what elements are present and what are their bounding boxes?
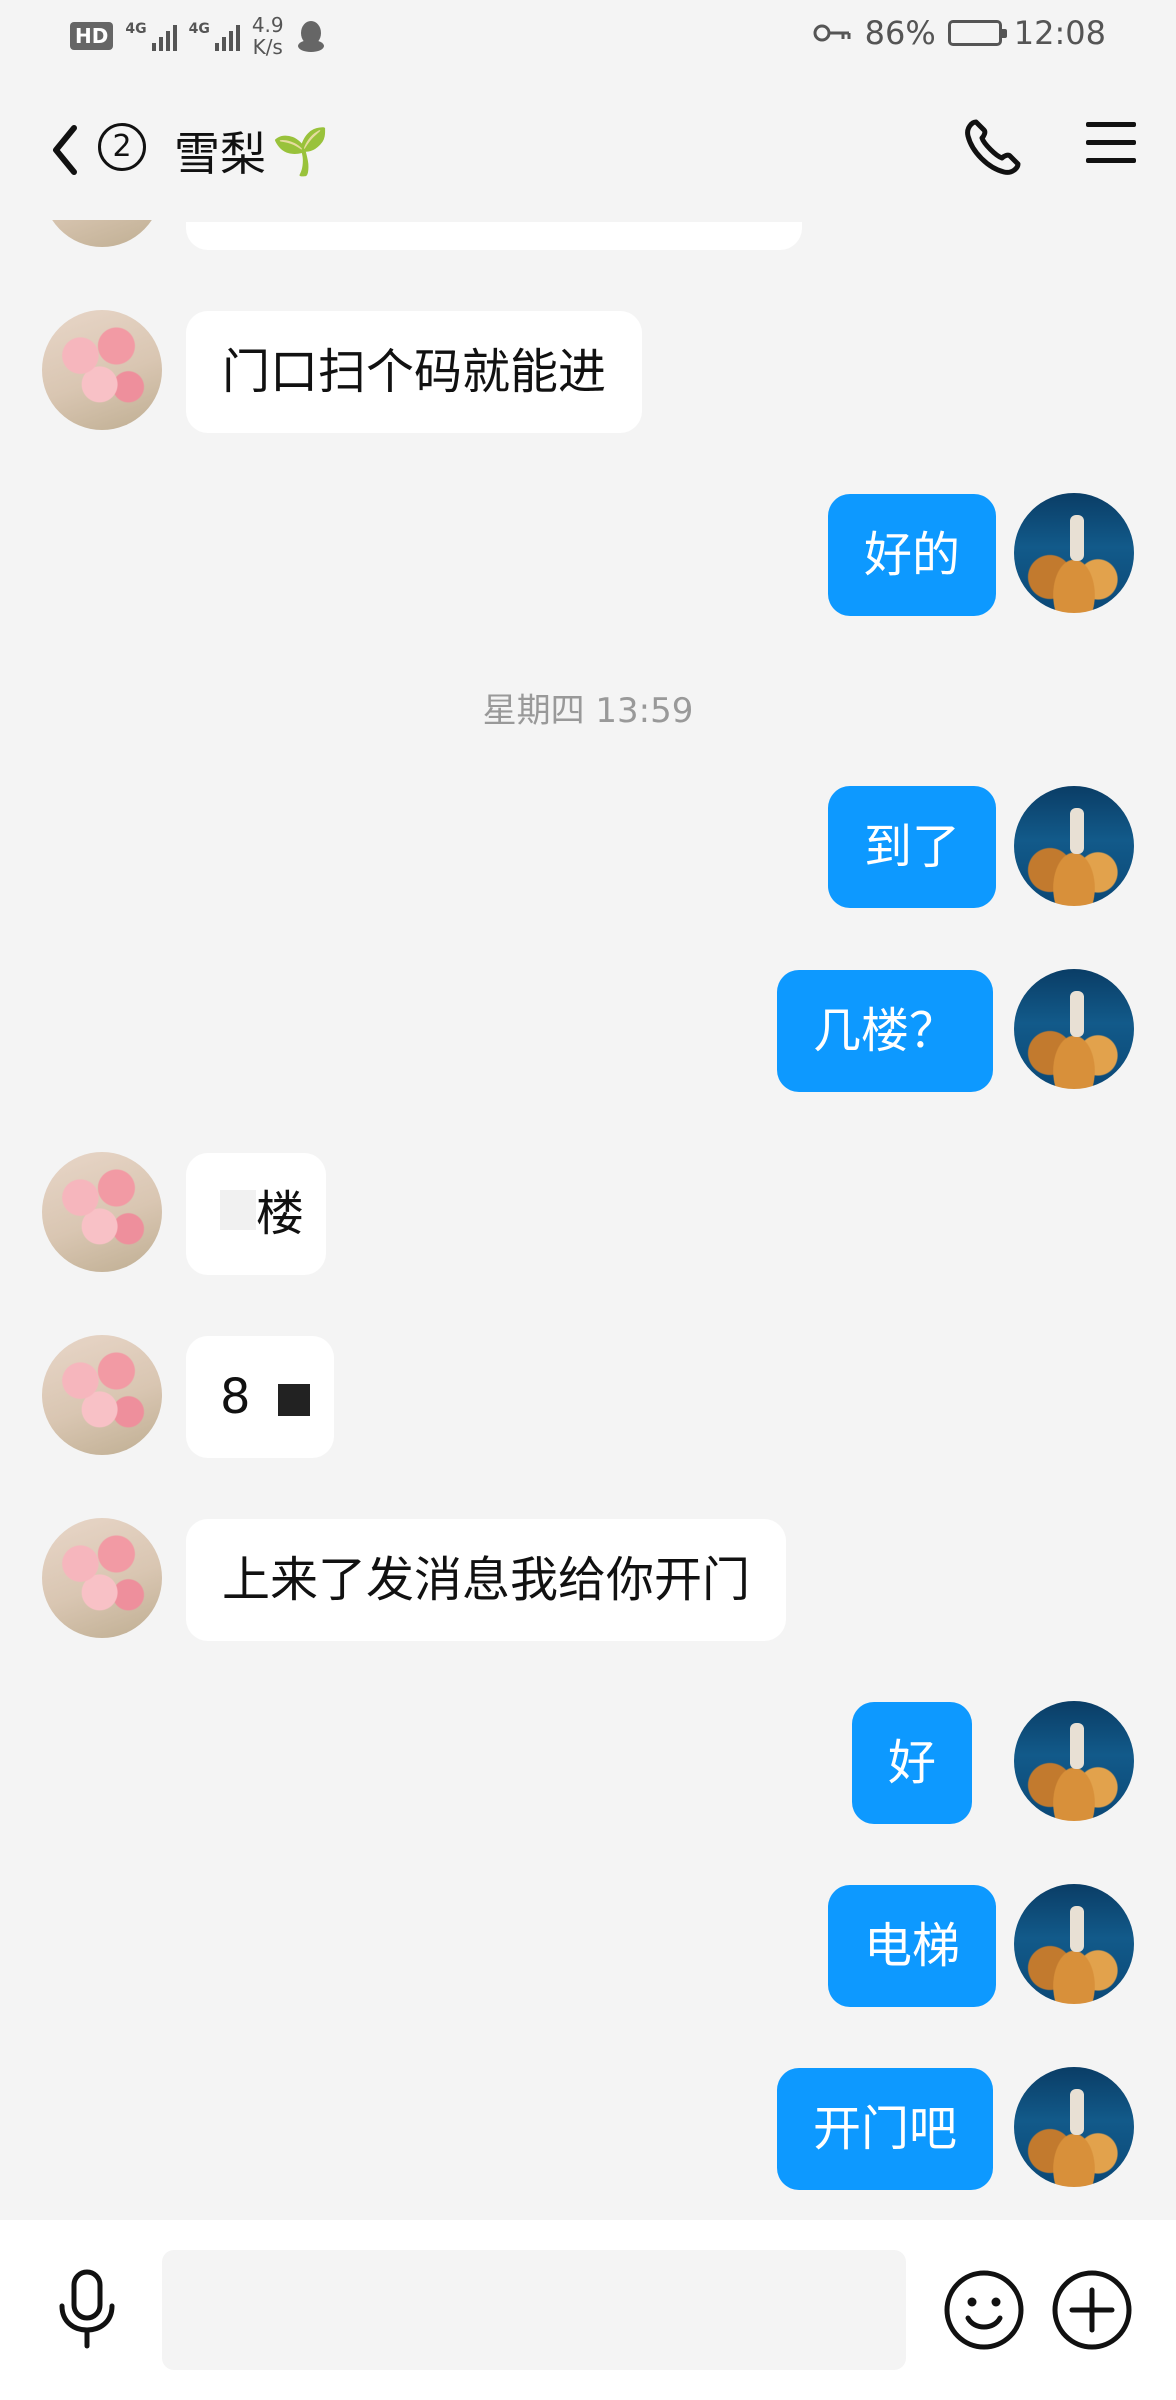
- contact-name[interactable]: 雪梨 🌱: [174, 118, 329, 184]
- message-text: 好的: [864, 527, 961, 583]
- message-text: 电梯: [864, 1918, 961, 1974]
- message-bubble[interactable]: 楼: [186, 1153, 326, 1275]
- status-left: HD 4G 4G 4.9 K/s: [70, 14, 326, 58]
- message-bubble[interactable]: 上来了发消息我给你开门: [186, 1519, 787, 1641]
- message-text: 到了: [864, 819, 961, 875]
- redaction-block: [220, 1190, 256, 1230]
- network-speed-unit: K/s: [252, 35, 283, 59]
- microphone-icon[interactable]: [52, 2268, 122, 2352]
- network-speed-value: 4.9: [251, 13, 284, 37]
- contact-avatar[interactable]: [42, 310, 162, 430]
- status-right: 86% 12:08: [813, 14, 1106, 52]
- my-avatar[interactable]: [1014, 786, 1134, 906]
- message-text: 几楼？: [813, 1003, 958, 1059]
- redaction-block: [278, 1384, 310, 1416]
- input-bar: [0, 2220, 1176, 2400]
- message-text: 门口扫个码就能进: [222, 344, 607, 400]
- menu-icon[interactable]: [1086, 122, 1136, 166]
- key-icon: [813, 24, 851, 42]
- battery-icon: [947, 20, 1007, 46]
- phone-icon[interactable]: [960, 116, 1024, 180]
- seedling-emoji: 🌱: [272, 123, 330, 178]
- message-bubble[interactable]: 好的: [828, 494, 997, 616]
- message-bubble[interactable]: 电梯: [828, 1885, 997, 2007]
- back-chevron-icon[interactable]: [44, 120, 84, 180]
- my-avatar[interactable]: [1014, 493, 1134, 613]
- hd-badge: HD: [70, 22, 114, 50]
- contact-name-text: 雪梨: [174, 127, 266, 181]
- battery-percent: 86%: [864, 14, 936, 52]
- message-bubble[interactable]: 门口扫个码就能进: [186, 311, 643, 433]
- message-bubble[interactable]: 到了: [828, 786, 997, 908]
- my-avatar[interactable]: [1014, 2067, 1134, 2187]
- contact-avatar[interactable]: [42, 1518, 162, 1638]
- clock: 12:08: [1013, 14, 1106, 52]
- emoji-icon[interactable]: [942, 2268, 1026, 2352]
- message-text: 上来了发消息我给你开门: [222, 1552, 751, 1608]
- contact-avatar[interactable]: [42, 1335, 162, 1455]
- my-avatar[interactable]: [1014, 969, 1134, 1089]
- signal-sim1-icon: 4G: [125, 21, 177, 51]
- message-bubble[interactable]: 8: [186, 1336, 334, 1458]
- unread-count-badge[interactable]: 2: [98, 123, 146, 171]
- message-text: 好: [888, 1735, 937, 1791]
- time-separator: 星期四 13:59: [482, 691, 694, 731]
- status-bar: HD 4G 4G 4.9 K/s 86% 12:08: [0, 0, 1176, 72]
- network-speed: 4.9 K/s: [252, 14, 284, 58]
- message-bubble[interactable]: 几楼？: [777, 970, 994, 1092]
- message-bubble[interactable]: 好: [852, 1702, 973, 1824]
- message-input[interactable]: [162, 2250, 906, 2370]
- message-text: 8: [220, 1369, 251, 1425]
- message-bubble[interactable]: 开门吧: [777, 2068, 994, 2190]
- my-avatar[interactable]: [1014, 1884, 1134, 2004]
- qq-penguin-icon: [297, 21, 324, 52]
- message-text: 开门吧: [813, 2101, 958, 2157]
- message-text: 楼: [256, 1186, 305, 1242]
- signal-sim2-icon: 4G: [189, 21, 240, 51]
- plus-icon[interactable]: [1050, 2268, 1134, 2352]
- chat-header: 2 雪梨 🌱: [0, 90, 1176, 210]
- contact-avatar[interactable]: [42, 1152, 162, 1272]
- my-avatar[interactable]: [1014, 1701, 1134, 1821]
